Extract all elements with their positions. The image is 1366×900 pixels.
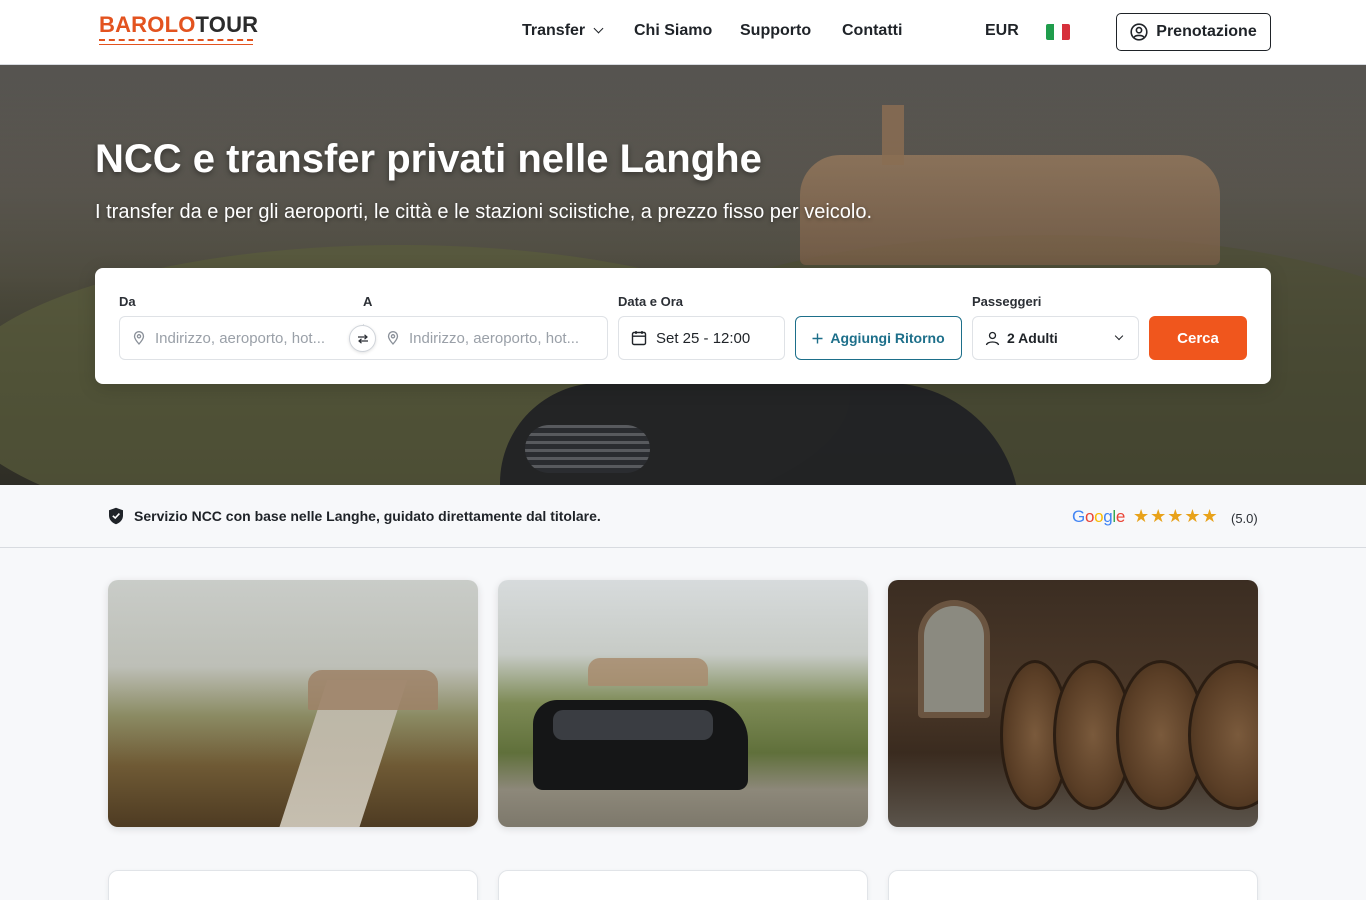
image-window (918, 600, 990, 718)
logo-underline-2 (99, 44, 253, 45)
nav-transfer[interactable]: Transfer (522, 22, 604, 40)
image-barrel (1188, 660, 1258, 810)
from-input[interactable]: Indirizzo, aeroporto, hot... (119, 316, 364, 360)
logo-part1: BAROLO (99, 12, 196, 37)
info-card[interactable] (108, 870, 478, 900)
date-time-value: Set 25 - 12:00 (656, 329, 751, 347)
nav-contatti[interactable]: Contatti (842, 22, 902, 40)
location-pin-icon (133, 331, 145, 345)
swap-arrows-icon (357, 333, 368, 344)
from-label: Da (119, 294, 136, 309)
info-card[interactable] (888, 870, 1258, 900)
chevron-down-icon (1114, 331, 1124, 341)
passengers-value: 2 Adulti (1007, 330, 1058, 346)
google-logo[interactable]: Google (1072, 507, 1125, 527)
add-return-button[interactable]: Aggiungi Ritorno (795, 316, 962, 360)
hero-title: NCC e transfer privati nelle Langhe (95, 137, 762, 181)
passengers-label: Passeggeri (972, 294, 1042, 309)
location-pin-icon (387, 331, 399, 345)
to-label: A (363, 294, 373, 309)
search-button[interactable]: Cerca (1149, 316, 1247, 360)
rating-value: (5.0) (1231, 511, 1258, 526)
nav-chi-siamo[interactable]: Chi Siamo (634, 22, 712, 40)
info-card[interactable] (498, 870, 868, 900)
langhe-vineyard-road-image[interactable] (108, 580, 478, 827)
prenotazione-button[interactable]: Prenotazione (1116, 13, 1271, 51)
nav-transfer-label: Transfer (522, 22, 586, 39)
add-return-label: Aggiungi Ritorno (830, 330, 945, 346)
trust-bar: Servizio NCC con base nelle Langhe, guid… (0, 485, 1366, 548)
trust-text: Servizio NCC con base nelle Langhe, guid… (134, 508, 601, 524)
search-panel: Da Indirizzo, aeroporto, hot... Indirizz… (95, 268, 1271, 384)
logo-part2: TOUR (195, 12, 259, 37)
barolotour-logo[interactable]: BAROLOTOUR (99, 12, 258, 50)
prenotazione-label: Prenotazione (1156, 23, 1257, 40)
plus-icon (812, 333, 823, 343)
to-placeholder: Indirizzo, aeroporto, hot... (409, 329, 580, 347)
shield-check-icon (109, 507, 123, 525)
flag-italy-icon[interactable] (1046, 24, 1070, 40)
hero-subtitle: I transfer da e per gli aeroporti, le ci… (95, 201, 873, 223)
user-icon (985, 331, 1000, 345)
date-time-picker[interactable]: Set 25 - 12:00 (618, 316, 785, 360)
calendar-icon (631, 331, 647, 346)
image-village (308, 670, 438, 710)
chevron-down-icon (593, 23, 604, 34)
user-circle-icon (1130, 23, 1148, 41)
logo-underline (99, 39, 253, 41)
nav-supporto[interactable]: Supporto (740, 22, 811, 40)
to-input[interactable]: Indirizzo, aeroporto, hot... (364, 316, 608, 360)
van-chauffeur-image[interactable] (498, 580, 868, 827)
hero-bg-tower (882, 105, 904, 165)
hero-bg-car-grille (525, 425, 650, 473)
swap-locations-button[interactable] (349, 325, 376, 352)
date-label: Data e Ora (618, 294, 684, 309)
wine-cellar-barrels-image[interactable] (888, 580, 1258, 827)
passengers-select[interactable]: 2 Adulti (972, 316, 1139, 360)
rating-stars: ★★★★★ (1133, 506, 1219, 526)
image-village (588, 658, 708, 686)
currency-selector[interactable]: EUR (985, 22, 1019, 40)
from-placeholder: Indirizzo, aeroporto, hot... (155, 329, 326, 347)
site-header: BAROLOTOUR Transfer Chi Siamo Supporto C… (0, 0, 1366, 65)
image-van-window (553, 710, 713, 740)
